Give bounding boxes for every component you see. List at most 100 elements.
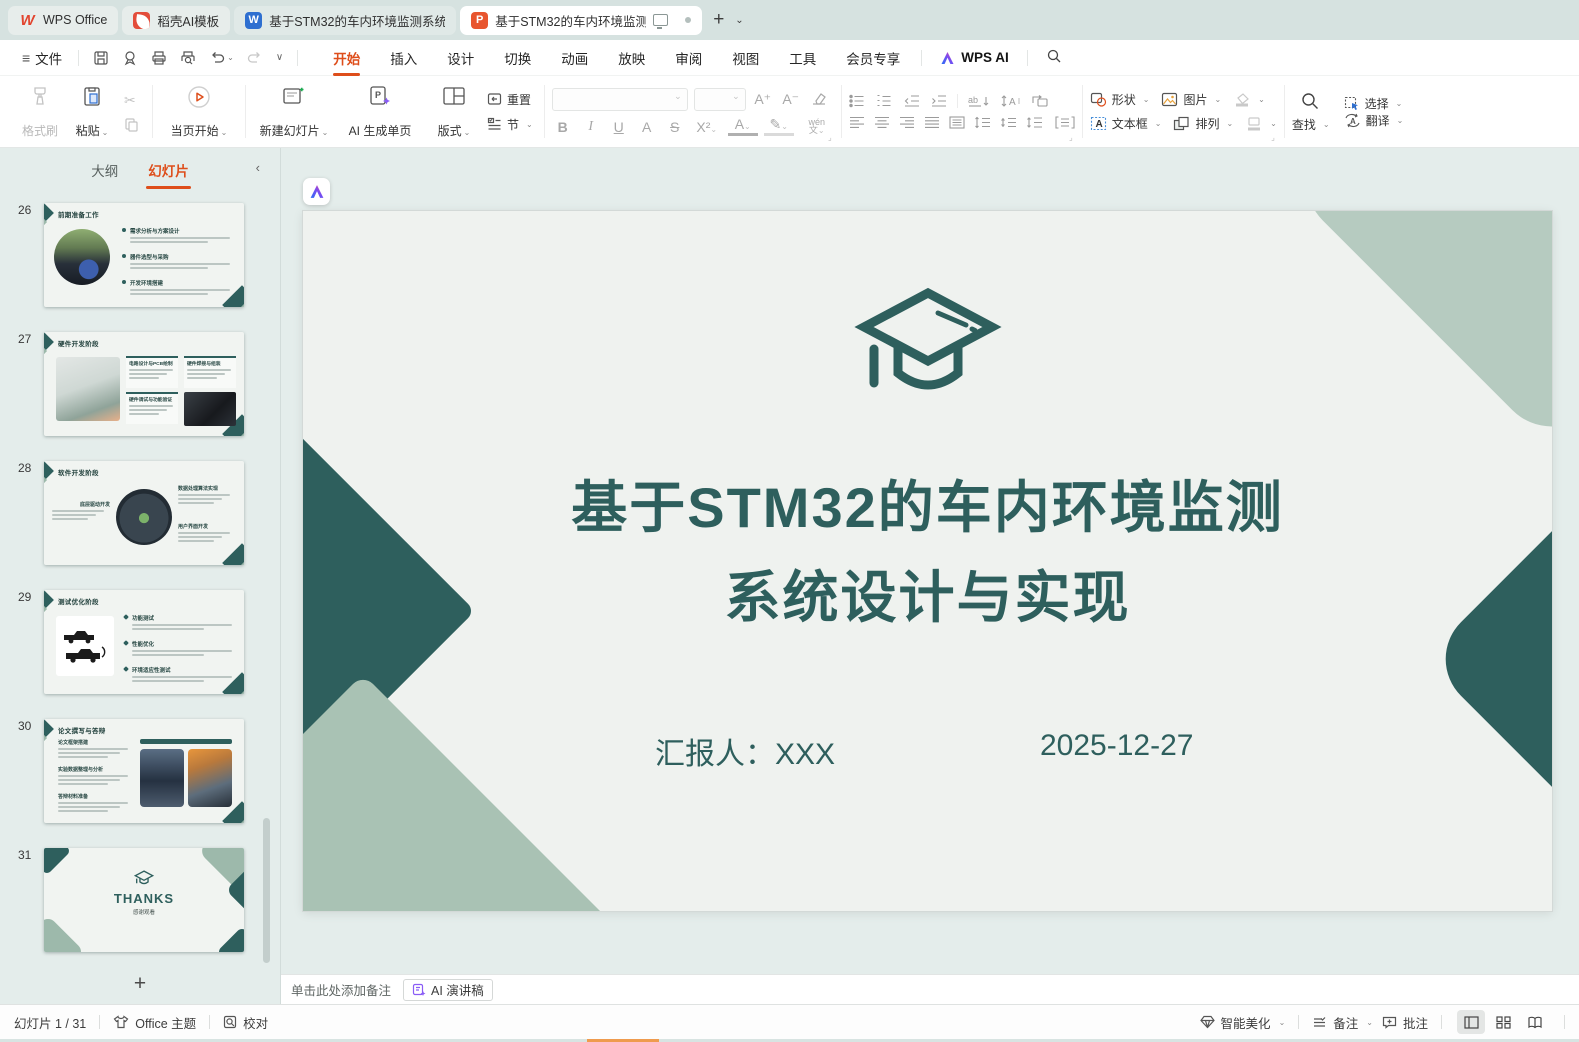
underline-button[interactable]: U [608, 119, 630, 135]
align-right-icon[interactable] [899, 116, 915, 129]
reset-button[interactable]: 重置 [487, 91, 533, 108]
layout-button[interactable]: 版式⌄ [425, 81, 483, 142]
redo-button[interactable] [247, 50, 263, 66]
play-from-current-button[interactable]: 当页开始⌄ [160, 81, 238, 142]
section-button[interactable]: 节⌄ [487, 116, 533, 133]
wps-ai-floating-button[interactable] [303, 178, 330, 205]
italic-button[interactable]: I [580, 119, 602, 135]
file-menu-button[interactable]: ≡ 文件 [12, 48, 72, 68]
numbered-list-icon[interactable] [876, 94, 894, 108]
font-color-button[interactable]: A⌄ [728, 118, 758, 136]
shapes-button[interactable]: 形状⌄ [1090, 91, 1150, 108]
save-icon[interactable] [93, 50, 109, 66]
menu-item-放映[interactable]: 放映 [603, 40, 660, 76]
highlight-color-button[interactable]: ✎⌄ [764, 118, 794, 136]
quickbar-chevron-icon[interactable]: ∨ [276, 52, 283, 63]
slide-sorter-view-button[interactable] [1489, 1010, 1517, 1034]
arrange-button[interactable]: 排列⌄ [1173, 115, 1233, 132]
window-tab-wps[interactable]: WWPS Office [8, 6, 118, 35]
superscript-button[interactable]: X²⌄ [692, 119, 722, 135]
search-icon[interactable] [1034, 48, 1074, 67]
menu-item-开始[interactable]: 开始 [318, 40, 375, 76]
select-button[interactable]: 选择⌄ [1344, 95, 1403, 112]
print-icon[interactable] [151, 50, 167, 66]
translate-button[interactable]: A 翻译⌄ [1344, 112, 1404, 129]
format-painter-button[interactable]: 格式刷 [14, 81, 66, 142]
date-text[interactable]: 2025-12-27 [1040, 729, 1193, 763]
slide-thumbnail-27[interactable]: 硬件开发阶段电路设计与PCB绘制硬件焊接与组装硬件调试与功能验证 [44, 332, 244, 436]
collapse-panel-icon[interactable]: ‹ [256, 160, 260, 175]
new-slide-button[interactable]: 新建幻灯片⌄ [253, 81, 335, 142]
menu-item-审阅[interactable]: 审阅 [660, 40, 717, 76]
print-preview-icon[interactable] [180, 50, 196, 66]
row-spacing-down-icon[interactable] [1000, 116, 1017, 129]
row-spacing-up-icon[interactable] [974, 116, 991, 129]
window-tab-docer[interactable]: 稻壳AI模板 [122, 6, 230, 35]
slide-thumbnail-26[interactable]: 前期准备工作需求分析与方案设计器件选型与采购开发环境搭建 [44, 203, 244, 307]
bullet-list-icon[interactable] [849, 94, 867, 108]
paragraph-layout-icon[interactable] [1055, 116, 1075, 129]
increase-font-button[interactable]: A⁺ [752, 91, 774, 108]
char-shading-button[interactable]: A [636, 119, 658, 135]
menu-item-切换[interactable]: 切换 [489, 40, 546, 76]
clear-format-icon[interactable] [808, 91, 830, 107]
undo-button[interactable]: ⌄ [209, 50, 234, 66]
present-on-monitor-icon[interactable] [653, 14, 668, 26]
font-size-select[interactable] [694, 88, 746, 111]
text-direction-icon[interactable]: ab [967, 94, 991, 108]
decrease-indent-icon[interactable] [903, 94, 921, 108]
align-center-icon[interactable] [874, 116, 890, 129]
comment-button[interactable]: 批注 [1382, 1013, 1428, 1032]
decrease-font-button[interactable]: A⁻ [780, 91, 802, 108]
paste-button[interactable]: 粘贴⌄ [66, 81, 118, 142]
notes-placeholder[interactable]: 单击此处添加备注 [291, 980, 391, 999]
add-slide-button[interactable]: + [134, 972, 146, 996]
menu-item-设计[interactable]: 设计 [432, 40, 489, 76]
shape-fill-button[interactable]: ⌄ [1233, 92, 1265, 107]
export-icon[interactable] [122, 50, 138, 66]
outline-tab[interactable]: 大纲 [89, 156, 120, 184]
increase-indent-icon[interactable] [930, 94, 948, 108]
wps-ai-menu-button[interactable]: WPS AI [928, 50, 1021, 65]
notes-toggle-button[interactable]: 备注⌄ [1312, 1013, 1373, 1032]
window-tab-word[interactable]: W基于STM32的车内环境监测系统设计 [234, 6, 456, 35]
distribute-text-icon[interactable] [949, 116, 965, 129]
smart-beautify-button[interactable]: 智能美化⌄ [1200, 1013, 1286, 1032]
textbox-button[interactable]: A 文本框⌄ [1090, 115, 1162, 132]
slide-title-text[interactable]: 基于STM32的车内环境监测 系统设计与实现 [303, 463, 1552, 643]
slide-thumbnail-29[interactable]: 测试优化阶段功能测试性能优化环境适应性测试 [44, 590, 244, 694]
align-justify-icon[interactable] [924, 116, 940, 129]
ai-speech-draft-button[interactable]: AI 演讲稿 [403, 979, 493, 1001]
slides-tab[interactable]: 幻灯片 [146, 156, 191, 184]
menu-item-动画[interactable]: 动画 [546, 40, 603, 76]
slide-thumbnail-31[interactable]: THANKS感谢观看 [44, 848, 244, 952]
menu-item-工具[interactable]: 工具 [774, 40, 831, 76]
shape-outline-button[interactable]: ⌄ [1245, 116, 1277, 131]
align-left-icon[interactable] [849, 116, 865, 129]
tab-list-chevron-icon[interactable]: ⌄ [731, 15, 747, 26]
find-icon[interactable] [1300, 91, 1320, 116]
theme-button[interactable]: Office 主题 [113, 1013, 196, 1032]
proofread-button[interactable]: 校对 [223, 1013, 268, 1032]
menu-item-会员专享[interactable]: 会员专享 [831, 40, 915, 76]
reading-view-button[interactable] [1521, 1010, 1549, 1034]
thumbnail-scrollbar[interactable] [263, 818, 270, 963]
line-spacing-icon[interactable] [1026, 116, 1046, 129]
window-tab-ppt[interactable]: P基于STM32的车内环境监测 [460, 6, 702, 35]
slide-thumbnail-30[interactable]: 论文撰写与答辩论文框架搭建实验数据整理与分析答辩材料准备 [44, 719, 244, 823]
font-family-select[interactable] [552, 88, 688, 111]
normal-view-button[interactable] [1457, 1010, 1485, 1034]
cut-icon[interactable]: ✂ [124, 92, 139, 109]
find-button[interactable]: 查找⌄ [1292, 116, 1330, 133]
menu-item-插入[interactable]: 插入 [375, 40, 432, 76]
picture-button[interactable]: 图片⌄ [1161, 91, 1221, 108]
slide-thumbnail-28[interactable]: 软件开发阶段底层驱动开发数据处理算法实现用户界面开发 [44, 461, 244, 565]
copy-icon[interactable] [124, 117, 139, 132]
char-spacing-icon[interactable]: A [1000, 94, 1022, 108]
convert-text-icon[interactable] [1031, 94, 1049, 108]
presenter-text[interactable]: 汇报人：XXX [655, 729, 835, 773]
ai-generate-page-button[interactable]: P AI 生成单页 [335, 81, 425, 142]
slide-canvas[interactable]: 基于STM32的车内环境监测 系统设计与实现 汇报人：XXX 2025-12-2… [303, 211, 1552, 911]
bold-button[interactable]: B [552, 119, 574, 135]
menu-item-视图[interactable]: 视图 [717, 40, 774, 76]
